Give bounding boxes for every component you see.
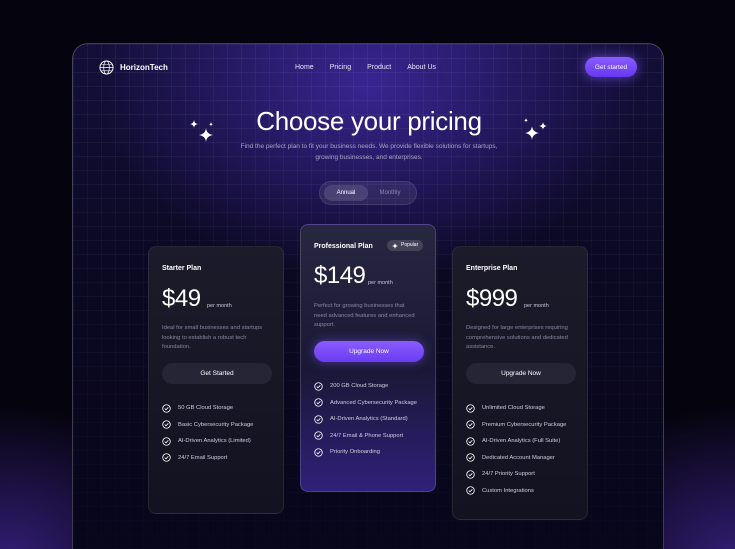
check-circle-icon — [466, 420, 475, 429]
upgrade-now-button[interactable]: Upgrade Now — [314, 341, 424, 362]
subtitle-line: growing businesses, and enterprises. — [315, 153, 423, 161]
description-line: support. — [314, 322, 335, 328]
feature-item: 24/7 Email & Phone Support — [314, 428, 434, 445]
plan-card-starter: Starter Plan $49 per month Ideal for sma… — [148, 246, 284, 514]
feature-item: Unlimited Cloud Storage — [466, 400, 586, 417]
plan-card-enterprise: Enterprise Plan $999 per month Designed … — [452, 246, 588, 520]
plan-price: $49 — [162, 285, 201, 312]
feature-text: Unlimited Cloud Storage — [482, 405, 545, 412]
check-circle-icon — [314, 448, 323, 457]
feature-list: 50 GB Cloud Storage Basic Cybersecurity … — [162, 400, 282, 466]
feature-text: Advanced Cybersecurity Package — [330, 399, 417, 406]
nav-about-us[interactable]: About Us — [407, 64, 436, 71]
feature-item: 50 GB Cloud Storage — [162, 400, 282, 417]
feature-text: Premium Cybersecurity Package — [482, 421, 567, 428]
feature-item: AI-Driven Analytics (Full Suite) — [466, 433, 586, 450]
feature-item: 24/7 Email Support — [162, 450, 282, 467]
check-circle-icon — [314, 398, 323, 407]
get-started-button[interactable]: Get started — [585, 57, 637, 77]
check-circle-icon — [162, 437, 171, 446]
nav-pricing[interactable]: Pricing — [330, 64, 351, 71]
feature-item: Priority Onboarding — [314, 444, 434, 461]
feature-item: Premium Cybersecurity Package — [466, 417, 586, 434]
page-title: Choose your pricing — [256, 106, 482, 136]
sparkle-icon — [392, 242, 398, 249]
description-line: assistance. — [466, 344, 495, 350]
plan-period: per month — [524, 303, 549, 309]
check-circle-icon — [466, 470, 475, 479]
badge-label: Popular — [401, 242, 419, 248]
description-line: Designed for large enterprises requiring — [466, 325, 568, 331]
plan-name: Starter Plan — [162, 265, 202, 272]
plan-period: per month — [207, 303, 232, 309]
description-line: need advanced features and enhanced — [314, 312, 415, 319]
brand-logo[interactable]: HorizonTech — [99, 60, 168, 75]
feature-text: Priority Onboarding — [330, 449, 380, 456]
check-circle-icon — [466, 404, 475, 413]
check-circle-icon — [466, 437, 475, 446]
plan-description: Ideal for small businesses and startups … — [162, 324, 274, 353]
feature-list: Unlimited Cloud Storage Premium Cybersec… — [466, 400, 586, 499]
feature-item: 24/7 Priority Support — [466, 466, 586, 483]
subtitle-line: Find the perfect plan to fit your busine… — [240, 143, 498, 150]
plan-period: per month — [368, 280, 393, 286]
check-circle-icon — [162, 420, 171, 429]
feature-text: Dedicated Account Manager — [482, 454, 555, 461]
feature-text: 24/7 Email & Phone Support — [330, 432, 404, 439]
page-subtitle: Find the perfect plan to fit your busine… — [223, 142, 515, 163]
toggle-monthly[interactable]: Monthly — [368, 185, 412, 201]
plan-name: Professional Plan — [314, 243, 373, 250]
check-circle-icon — [162, 453, 171, 462]
toggle-annual[interactable]: Annual — [324, 185, 368, 201]
check-circle-icon — [466, 453, 475, 462]
feature-text: 24/7 Priority Support — [482, 471, 535, 478]
description-line: comprehensive solutions and dedicated — [466, 334, 568, 341]
nav-home[interactable]: Home — [295, 64, 314, 71]
feature-text: AI-Driven Analytics (Limited) — [178, 438, 251, 445]
nav-product[interactable]: Product — [367, 64, 391, 71]
globe-icon — [99, 60, 114, 75]
check-circle-icon — [162, 404, 171, 413]
popular-badge: Popular — [387, 240, 424, 251]
plan-description: Perfect for growing businesses that need… — [314, 302, 426, 331]
description-line: Perfect for growing businesses that — [314, 303, 405, 309]
plan-card-professional: Professional Plan Popular $149 per month… — [300, 224, 436, 492]
check-circle-icon — [314, 382, 323, 391]
plan-price: $149 — [314, 262, 366, 289]
check-circle-icon — [314, 431, 323, 440]
get-started-plan-button[interactable]: Get Started — [162, 363, 272, 384]
upgrade-now-button[interactable]: Upgrade Now — [466, 363, 576, 384]
feature-item: Custom Integrations — [466, 483, 586, 500]
feature-item: Advanced Cybersecurity Package — [314, 395, 434, 412]
description-line: Ideal for small businesses and startups — [162, 325, 263, 331]
feature-text: Custom Integrations — [482, 487, 534, 494]
feature-item: Dedicated Account Manager — [466, 450, 586, 467]
check-circle-icon — [466, 486, 475, 495]
description-line: foundation. — [162, 344, 191, 350]
feature-item: 200 GB Cloud Storage — [314, 378, 434, 395]
feature-item: AI-Driven Analytics (Limited) — [162, 433, 282, 450]
description-line: looking to establish a robust tech — [162, 334, 247, 341]
plan-name: Enterprise Plan — [466, 265, 518, 272]
billing-toggle: Annual Monthly — [319, 181, 417, 205]
main-nav: Home Pricing Product About Us — [295, 64, 452, 71]
feature-text: 50 GB Cloud Storage — [178, 405, 234, 412]
feature-text: 24/7 Email Support — [178, 454, 228, 461]
brand-name: HorizonTech — [120, 63, 168, 72]
feature-item: Basic Cybersecurity Package — [162, 417, 282, 434]
page-frame: HorizonTech Home Pricing Product About U… — [72, 43, 664, 549]
plan-price: $999 — [466, 285, 518, 312]
feature-text: AI-Driven Analytics (Full Suite) — [482, 438, 561, 445]
plan-description: Designed for large enterprises requiring… — [466, 324, 578, 353]
feature-item: AI-Driven Analytics (Standard) — [314, 411, 434, 428]
check-circle-icon — [314, 415, 323, 424]
feature-text: Basic Cybersecurity Package — [178, 421, 254, 428]
feature-text: AI-Driven Analytics (Standard) — [330, 416, 408, 423]
feature-list: 200 GB Cloud Storage Advanced Cybersecur… — [314, 378, 434, 461]
feature-text: 200 GB Cloud Storage — [330, 383, 389, 390]
